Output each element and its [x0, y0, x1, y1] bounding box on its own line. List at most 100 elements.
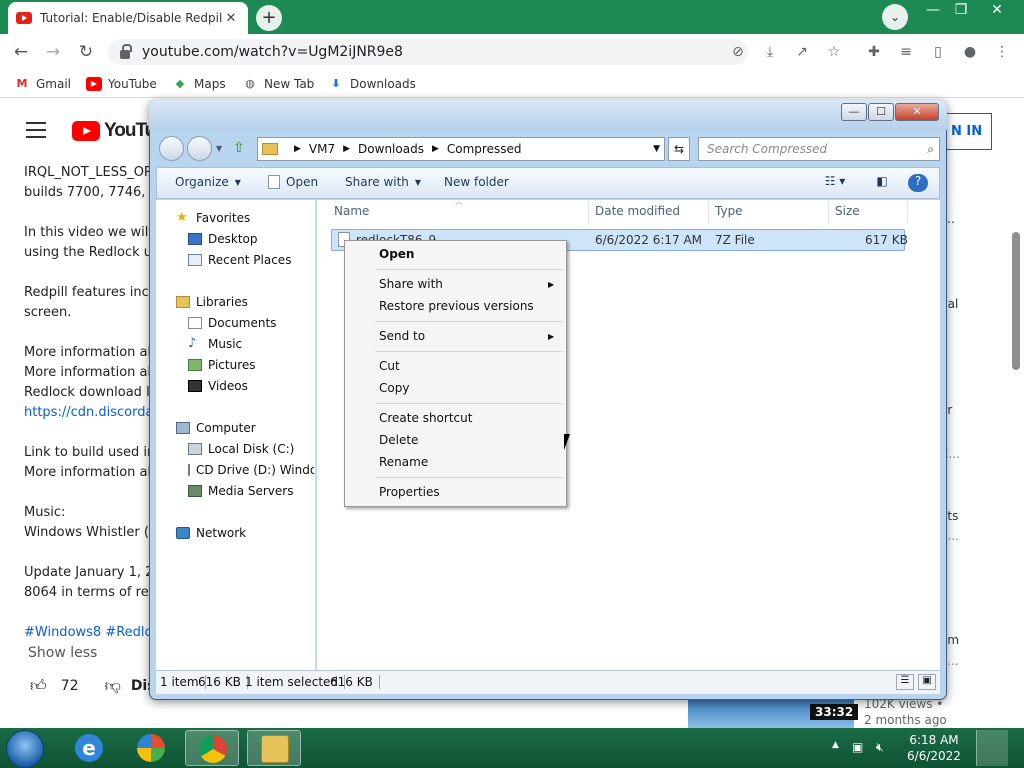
column-header-name[interactable]: Name	[334, 204, 369, 218]
show-desktop-button[interactable]	[976, 730, 1008, 766]
like-count: 72	[60, 678, 79, 694]
explorer-maximize-icon[interactable]: ☐	[868, 103, 894, 121]
description-line: Redpill features inclu	[24, 285, 161, 300]
nav-local-disk[interactable]: Local Disk (C:)	[188, 442, 294, 456]
up-folder-icon[interactable]: ⇧	[233, 140, 249, 156]
restore-icon[interactable]: ❐	[946, 0, 976, 20]
menu-item-delete[interactable]: Delete	[379, 433, 418, 447]
open-button[interactable]: Open	[268, 175, 318, 189]
explorer-title-bar[interactable]	[149, 100, 947, 130]
blocked-site-icon[interactable]: ⊘	[728, 42, 748, 62]
recent-pages-icon[interactable]: ▼	[216, 144, 222, 153]
menu-item-open[interactable]: Open	[379, 247, 414, 261]
tab-close-icon[interactable]: ✕	[222, 11, 240, 26]
menu-item-copy[interactable]: Copy	[379, 381, 409, 395]
nav-videos[interactable]: Videos	[188, 379, 248, 393]
menu-item-create-shortcut[interactable]: Create shortcut	[379, 411, 472, 425]
breadcrumb[interactable]: ▶ VM7 ▶ Downloads ▶ Compressed ▼	[257, 137, 665, 161]
minimize-icon[interactable]: —	[918, 0, 948, 20]
help-icon[interactable]: ?	[908, 174, 928, 192]
back-arrow-icon[interactable]: ←	[8, 40, 34, 64]
network-tray-icon[interactable]: ▣	[852, 740, 863, 754]
tray-overflow-icon[interactable]: ▲	[832, 740, 839, 750]
menu-kebab-icon[interactable]: ⋮	[992, 42, 1012, 62]
mouse-cursor-icon	[564, 434, 576, 450]
menu-item-restore-versions[interactable]: Restore previous versions	[379, 299, 534, 313]
page-scrollbar[interactable]	[1012, 232, 1020, 370]
share-icon[interactable]: ↗	[792, 42, 812, 62]
breadcrumb-dropdown-icon[interactable]: ▼	[653, 144, 660, 154]
change-view-icon[interactable]: ☷ ▾	[818, 174, 852, 192]
description-line: builds 7700, 7746, 8	[24, 185, 158, 200]
bookmark-maps[interactable]: ◆ Maps	[172, 74, 226, 94]
taskbar-explorer[interactable]	[247, 730, 301, 766]
browser-tab[interactable]: Tutorial: Enable/Disable Redpill fe ✕	[8, 2, 248, 34]
menu-item-send-to[interactable]: Send to	[379, 329, 425, 343]
explorer-search-input[interactable]: Search Compressed ⌕	[698, 137, 940, 161]
nav-documents[interactable]: Documents	[188, 316, 276, 330]
nav-favorites[interactable]: ★ Favorites	[176, 211, 250, 225]
nav-libraries[interactable]: Libraries	[176, 295, 248, 309]
menu-item-share-with[interactable]: Share with	[379, 277, 443, 291]
explorer-minimize-icon[interactable]: —	[841, 103, 867, 121]
nav-computer[interactable]: Computer	[176, 421, 256, 435]
side-panel-icon[interactable]: ▯	[928, 42, 948, 62]
bookmark-new-tab[interactable]: ◍ New Tab	[242, 74, 314, 94]
new-tab-button[interactable]: +	[256, 5, 282, 31]
menu-item-cut[interactable]: Cut	[379, 359, 400, 373]
taskbar-ie[interactable]: e	[62, 730, 116, 766]
column-header-type[interactable]: Type	[715, 204, 743, 218]
breadcrumb-item[interactable]: Downloads	[358, 142, 424, 156]
breadcrumb-item[interactable]: Compressed	[447, 142, 522, 156]
extensions-puzzle-icon[interactable]: ✚	[864, 42, 884, 62]
bookmark-gmail[interactable]: M Gmail	[14, 74, 72, 94]
sort-arrow-icon: ︿	[455, 197, 463, 206]
tab-search-button[interactable]: ⌄	[882, 4, 908, 30]
explorer-forward-icon[interactable]	[187, 136, 212, 161]
profile-avatar-icon[interactable]: ●	[960, 42, 980, 62]
new-folder-button[interactable]: New folder	[444, 175, 509, 189]
taskbar-chrome[interactable]	[185, 730, 239, 766]
breadcrumb-item[interactable]: VM7	[309, 142, 335, 156]
description-link[interactable]: https://cdn.discordap	[24, 405, 162, 420]
hamburger-menu-icon[interactable]	[26, 122, 46, 138]
start-button[interactable]	[6, 730, 44, 768]
nav-network[interactable]: Network	[176, 526, 246, 540]
forward-arrow-icon[interactable]: →	[40, 40, 66, 64]
bookmark-downloads[interactable]: ⬇ Downloads	[328, 74, 416, 94]
like-thumb-icon[interactable]: 👍︎	[30, 676, 47, 696]
nav-media-servers[interactable]: Media Servers	[188, 484, 293, 498]
nav-desktop[interactable]: Desktop	[188, 232, 258, 246]
nav-pictures[interactable]: Pictures	[188, 358, 256, 372]
nav-cd-drive[interactable]: CD Drive (D:) Windo	[188, 463, 314, 477]
show-less-button[interactable]: Show less	[28, 645, 97, 661]
bookmark-star-icon[interactable]: ☆	[824, 42, 844, 62]
explorer-back-icon[interactable]	[159, 136, 184, 161]
column-header-date[interactable]: Date modified	[595, 204, 680, 218]
hashtag-links[interactable]: #Windows8 #Redloc	[24, 625, 160, 640]
details-view-icon[interactable]: ☰	[896, 674, 914, 690]
volume-muted-icon[interactable]: 🔇︎	[876, 740, 884, 755]
menu-item-properties[interactable]: Properties	[379, 485, 440, 499]
bookmark-youtube[interactable]: ▶ YouTube	[86, 74, 157, 94]
media-control-icon[interactable]: ≡	[896, 42, 916, 62]
organize-button[interactable]: Organize ▼	[175, 175, 241, 189]
address-bar[interactable]: youtube.com/watch?v=UgM2iJNR9e8	[108, 39, 748, 65]
explorer-refresh-icon[interactable]: ⇆	[668, 137, 690, 161]
description-line: More information abo	[24, 345, 164, 360]
taskbar-clock[interactable]: 6:18 AM 6/6/2022	[896, 732, 972, 764]
taskbar-media[interactable]	[124, 730, 178, 766]
sign-in-button[interactable]: N IN	[944, 113, 992, 150]
nav-recent-places[interactable]: Recent Places	[188, 253, 291, 267]
nav-music[interactable]: ♪ Music	[188, 337, 242, 351]
column-header-size[interactable]: Size	[835, 204, 860, 218]
close-icon[interactable]: ✕	[982, 0, 1012, 20]
dislike-thumb-icon[interactable]: 👎︎	[105, 676, 121, 696]
menu-item-rename[interactable]: Rename	[379, 455, 428, 469]
share-with-button[interactable]: Share with ▼	[345, 175, 421, 189]
reload-icon[interactable]: ↻	[73, 40, 99, 64]
install-icon[interactable]: ⤓	[760, 42, 780, 62]
thumbnails-view-icon[interactable]: ▣	[918, 674, 936, 690]
explorer-close-icon[interactable]: ✕	[895, 103, 939, 121]
preview-pane-icon[interactable]: ◧	[872, 174, 892, 192]
